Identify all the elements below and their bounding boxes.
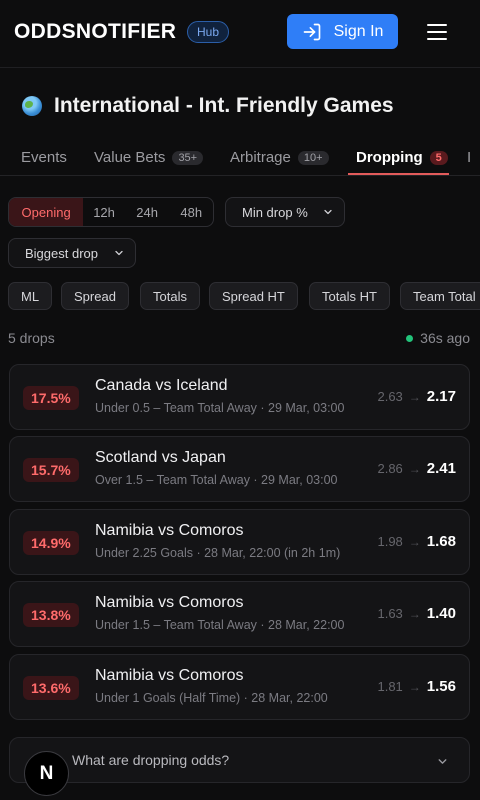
odds-change: 1.81 → 1.56 [377, 678, 456, 695]
market-detail: Over 1.5 – Team Total Away · 29 Mar, 03:… [95, 473, 338, 487]
drop-percent-badge: 13.6% [23, 676, 79, 700]
sign-in-icon [303, 23, 320, 40]
chip-team-total[interactable]: Team Total [400, 282, 480, 310]
old-odd: 1.81 [377, 679, 403, 694]
chip-ml[interactable]: ML [8, 282, 53, 310]
tab-arbitrage[interactable]: Arbitrage 10+ [230, 149, 329, 166]
new-odd: 1.56 [426, 678, 456, 695]
tab-label: Value Bets [94, 149, 166, 166]
odds-change: 1.98 → 1.68 [377, 533, 456, 550]
old-odd: 1.98 [377, 534, 403, 549]
tab-dropping[interactable]: Dropping 5 [356, 149, 448, 166]
period-48h[interactable]: 48h [169, 198, 213, 226]
drop-percent-badge: 13.8% [23, 603, 79, 627]
page-title-row: International - Int. Friendly Games [22, 94, 394, 118]
odds-change: 1.63 → 1.40 [377, 605, 456, 622]
drops-count: 5 drops [8, 330, 55, 346]
tab-count-badge: 35+ [172, 150, 204, 165]
globe-icon [22, 96, 42, 116]
live-dot-icon [406, 334, 414, 342]
floating-n-button[interactable]: N [24, 751, 69, 796]
hub-badge: Hub [187, 21, 230, 43]
chip-spread-ht[interactable]: Spread HT [209, 282, 298, 310]
arrow-right-icon: → [408, 461, 421, 476]
new-odd: 1.68 [426, 533, 456, 550]
odds-change: 2.63 → 2.17 [377, 388, 456, 405]
match-name: Namibia vs Comoros [95, 667, 244, 684]
market-detail: Under 1 Goals (Half Time) · 28 Mar, 22:0… [95, 691, 328, 705]
market-detail: Under 1.5 – Team Total Away · 28 Mar, 22… [95, 618, 345, 632]
drop-card[interactable]: 13.8% Namibia vs Comoros Under 1.5 – Tea… [9, 581, 470, 647]
chip-totals[interactable]: Totals [140, 282, 200, 310]
old-odd: 2.63 [377, 389, 403, 404]
drop-card[interactable]: 15.7% Scotland vs Japan Over 1.5 – Team … [9, 436, 470, 502]
hamburger-menu-icon[interactable] [425, 20, 449, 44]
tab-label: Arbitrage [230, 149, 291, 166]
chip-spread[interactable]: Spread [61, 282, 129, 310]
match-name: Canada vs Iceland [95, 377, 228, 394]
chevron-down-icon [438, 759, 447, 764]
tab-count-badge: 5 [429, 150, 448, 165]
page-title: International - Int. Friendly Games [54, 94, 394, 117]
tab-label: Events [21, 149, 67, 166]
tab-more[interactable]: I [467, 149, 471, 166]
match-name: Namibia vs Comoros [95, 522, 244, 539]
odds-change: 2.86 → 2.41 [377, 460, 456, 477]
period-24h[interactable]: 24h [125, 198, 170, 226]
faq-question: What are dropping odds? [72, 752, 230, 768]
chip-totals-ht[interactable]: Totals HT [309, 282, 390, 310]
sort-label: Biggest drop [25, 245, 98, 261]
tab-value-bets[interactable]: Value Bets 35+ [94, 149, 204, 166]
top-header: ODDSNOTIFIER Hub Sign In [0, 0, 480, 68]
sign-in-button[interactable]: Sign In [287, 14, 398, 49]
active-tab-indicator [348, 173, 449, 175]
tab-label: I [467, 149, 472, 166]
faq-accordion[interactable]: What are dropping odds? [9, 737, 470, 783]
match-name: Scotland vs Japan [95, 449, 226, 466]
chevron-down-icon [115, 250, 123, 256]
min-drop-select[interactable]: Min drop % [225, 197, 345, 227]
tab-events[interactable]: Events [21, 149, 67, 166]
logo[interactable]: ODDSNOTIFIER [14, 20, 176, 44]
results-summary: 5 drops 36s ago [8, 330, 470, 348]
chevron-down-icon [324, 209, 332, 215]
drop-card[interactable]: 17.5% Canada vs Iceland Under 0.5 – Team… [9, 364, 470, 430]
arrow-right-icon: → [408, 389, 421, 404]
section-tabs: Events Value Bets 35+ Arbitrage 10+ Drop… [0, 140, 480, 176]
sort-select[interactable]: Biggest drop [8, 238, 136, 268]
drop-percent-badge: 17.5% [23, 386, 79, 410]
new-odd: 1.40 [426, 605, 456, 622]
sign-in-label: Sign In [333, 22, 384, 40]
drop-percent-badge: 15.7% [23, 458, 79, 482]
old-odd: 1.63 [377, 606, 403, 621]
match-name: Namibia vs Comoros [95, 594, 244, 611]
last-updated: 36s ago [406, 330, 470, 346]
arrow-right-icon: → [408, 534, 421, 549]
market-detail: Under 2.25 Goals · 28 Mar, 22:00 (in 2h … [95, 546, 341, 560]
tab-label: Dropping [356, 149, 423, 166]
new-odd: 2.41 [426, 460, 456, 477]
arrow-right-icon: → [408, 679, 421, 694]
min-drop-label: Min drop % [242, 204, 308, 220]
drop-card[interactable]: 14.9% Namibia vs Comoros Under 2.25 Goal… [9, 509, 470, 575]
market-filter-chips: ML Spread Totals Spread HT Totals HT Tea… [8, 282, 480, 310]
old-odd: 2.86 [377, 461, 403, 476]
updated-text: 36s ago [420, 330, 470, 346]
drop-card[interactable]: 13.6% Namibia vs Comoros Under 1 Goals (… [9, 654, 470, 720]
period-opening[interactable]: Opening [9, 198, 84, 226]
tab-count-badge: 10+ [297, 150, 329, 165]
period-selector: Opening 12h 24h 48h [8, 197, 214, 227]
new-odd: 2.17 [426, 388, 456, 405]
period-12h[interactable]: 12h [83, 198, 125, 226]
drop-percent-badge: 14.9% [23, 531, 79, 555]
market-detail: Under 0.5 – Team Total Away · 29 Mar, 03… [95, 401, 345, 415]
arrow-right-icon: → [408, 606, 421, 621]
